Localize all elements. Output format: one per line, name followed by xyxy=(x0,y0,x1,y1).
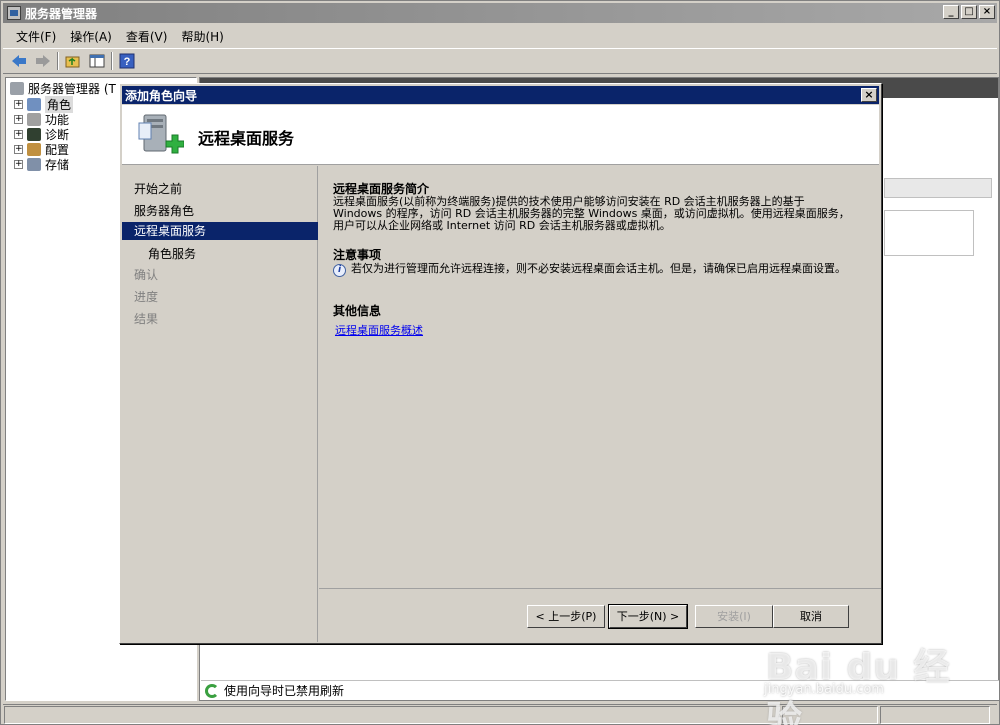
wizard-banner: 远程桌面服务 xyxy=(122,105,879,165)
window-title: 服务器管理器 xyxy=(25,6,98,21)
expand-icon[interactable]: + xyxy=(14,160,23,169)
storage-icon xyxy=(27,158,41,171)
info-icon: i xyxy=(333,264,346,277)
nav-step-confirmation: 确认 xyxy=(134,268,159,282)
svg-text:?: ? xyxy=(124,56,131,68)
wizard-banner-title: 远程桌面服务 xyxy=(198,129,295,148)
wizard-title-bar: 添加角色向导 × xyxy=(122,86,879,104)
up-folder-icon[interactable] xyxy=(63,51,83,71)
status-cell xyxy=(4,706,780,724)
notes-title: 注意事项 xyxy=(333,248,382,262)
server-manager-icon xyxy=(7,6,21,20)
configuration-icon xyxy=(27,143,41,156)
intro-text: 远程桌面服务(以前称为终端服务)提供的技术使用户能够访问安装在 RD 会话主机服… xyxy=(333,195,850,232)
toolbar-separator xyxy=(57,52,59,70)
menu-bar: 文件(F) 操作(A) 查看(V) 帮助(H) xyxy=(3,25,997,47)
next-button[interactable]: 下一步(N) > xyxy=(608,604,688,629)
wizard-content: 远程桌面服务简介 远程桌面服务(以前称为终端服务)提供的技术使用户能够访问安装在… xyxy=(319,166,881,588)
menu-action[interactable]: 操作(A) xyxy=(63,26,119,47)
title-bar: 服务器管理器 _ □ × xyxy=(3,3,997,23)
details-section-header xyxy=(884,178,992,198)
expand-icon[interactable]: + xyxy=(14,100,23,109)
notes-text: 若仅为进行管理而允许远程连接，则不必安装远程桌面会话主机。但是，请确保已启用远程… xyxy=(351,262,846,275)
nav-step-remote-desktop-services[interactable]: 远程桌面服务 xyxy=(122,222,318,240)
remote-desktop-add-icon xyxy=(138,114,184,154)
wizard-steps-nav: 开始之前 服务器角色 远程桌面服务 角色服务 确认 进度 结果 xyxy=(122,166,318,642)
help-icon[interactable]: ? xyxy=(117,51,137,71)
nav-step-before-you-begin[interactable]: 开始之前 xyxy=(134,180,182,197)
features-icon xyxy=(27,113,41,126)
baidu-watermark: Bai du 经验 jingyan.baidu.com xyxy=(760,620,980,725)
refresh-icon xyxy=(205,683,219,698)
toolbar-separator xyxy=(111,52,113,70)
tree-root-label: 服务器管理器 (T xyxy=(28,82,116,96)
watermark-subtext: jingyan.baidu.com xyxy=(764,682,884,697)
menu-view[interactable]: 查看(V) xyxy=(119,26,175,47)
expand-icon[interactable]: + xyxy=(14,145,23,154)
roles-icon xyxy=(27,98,41,111)
tree-root-server-manager[interactable]: 服务器管理器 (T xyxy=(10,80,116,97)
nav-step-server-roles[interactable]: 服务器角色 xyxy=(134,202,194,219)
nav-step-results: 结果 xyxy=(134,312,159,326)
nav-step-role-services[interactable]: 角色服务 xyxy=(148,245,196,262)
forward-icon[interactable] xyxy=(33,51,53,71)
more-info-title: 其他信息 xyxy=(333,304,382,318)
tree-item-label: 存储 xyxy=(45,158,70,172)
minimize-button[interactable]: _ xyxy=(943,5,959,19)
diagnostics-icon xyxy=(27,128,41,141)
nav-step-progress: 进度 xyxy=(134,290,159,304)
show-hide-tree-icon[interactable] xyxy=(87,51,107,71)
add-roles-wizard: 添加角色向导 × 远程桌面服务 开始之前 服务器角色 远程桌面服务 角色服务 确… xyxy=(119,83,882,644)
menu-help[interactable]: 帮助(H) xyxy=(174,26,230,47)
server-icon xyxy=(10,82,24,95)
toolbar: ? xyxy=(3,48,997,74)
menu-file[interactable]: 文件(F) xyxy=(9,26,63,47)
close-button[interactable]: × xyxy=(979,5,995,19)
expand-icon[interactable]: + xyxy=(14,130,23,139)
back-icon[interactable] xyxy=(9,51,29,71)
expand-icon[interactable]: + xyxy=(14,115,23,124)
details-section-body xyxy=(884,210,974,256)
previous-button[interactable]: < 上一步(P) xyxy=(527,605,605,628)
rds-overview-link[interactable]: 远程桌面服务概述 xyxy=(335,322,423,338)
refresh-status-text: 使用向导时已禁用刷新 xyxy=(224,684,345,698)
tree-item-storage[interactable]: + 存储 xyxy=(14,156,69,173)
wizard-close-button[interactable]: × xyxy=(861,88,877,102)
wizard-title: 添加角色向导 xyxy=(125,88,198,103)
maximize-button[interactable]: □ xyxy=(961,5,977,19)
